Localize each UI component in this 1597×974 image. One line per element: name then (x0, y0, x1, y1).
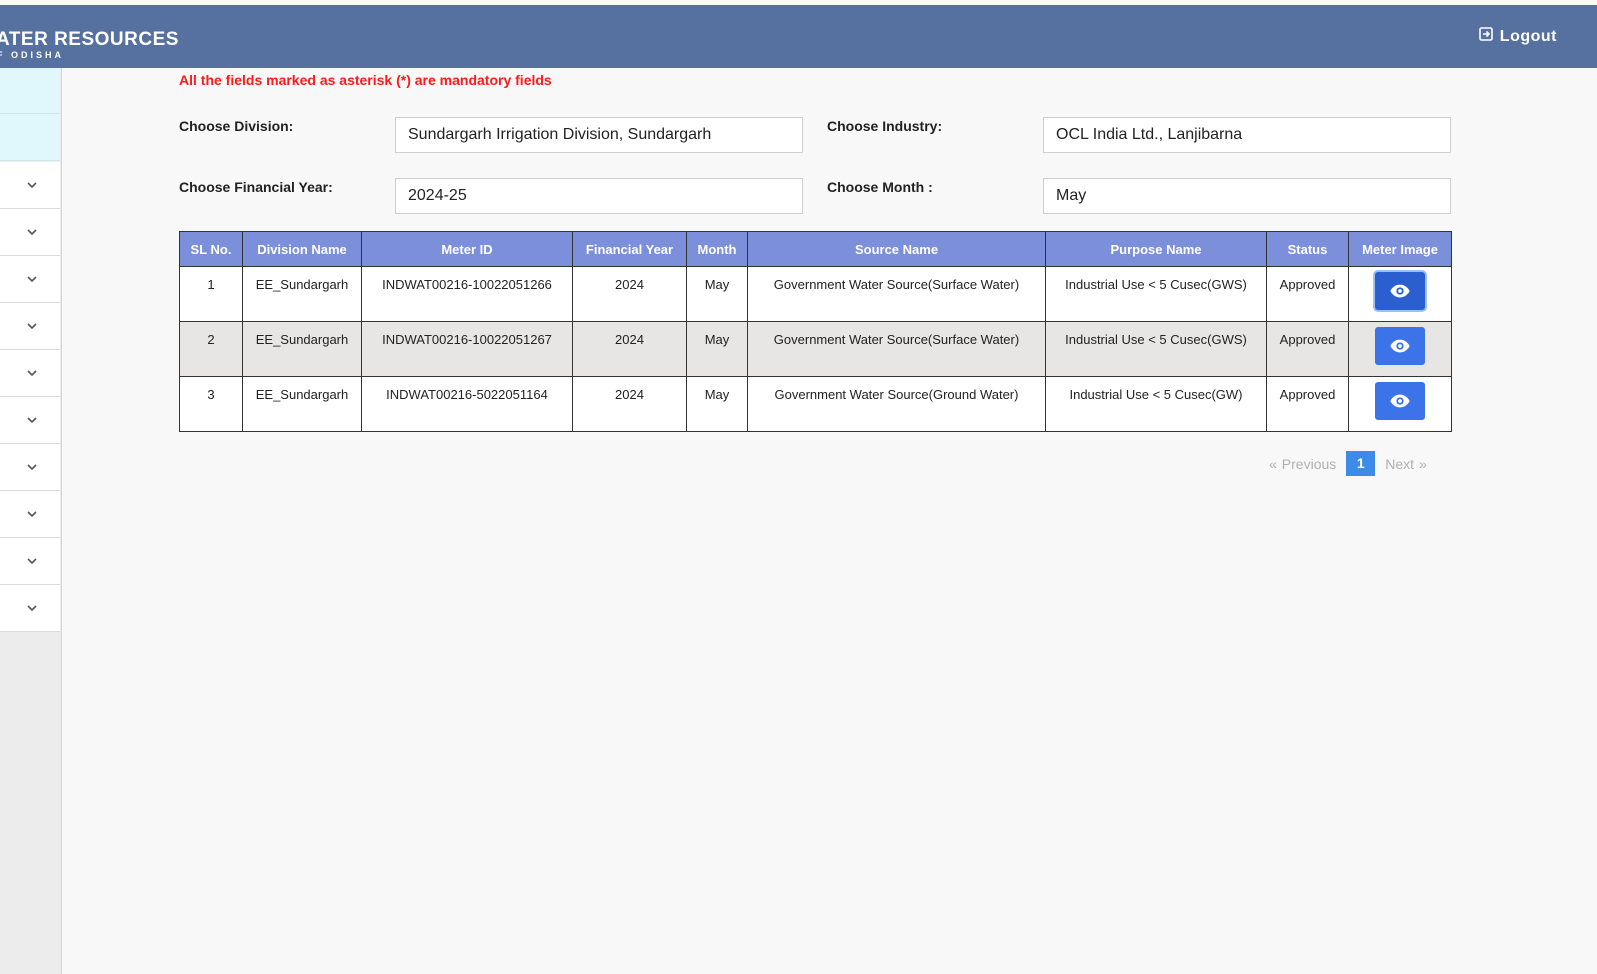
cell-division-name: EE_Sundargarh (242, 376, 362, 432)
logout-button[interactable]: Logout (1478, 26, 1557, 47)
cell-status: Approved (1266, 376, 1349, 432)
cell-purpose-name: Industrial Use < 5 Cusec(GWS) (1045, 266, 1267, 322)
chevron-down-icon (27, 558, 37, 565)
cell-month: May (686, 266, 748, 322)
col-header-division-name[interactable]: Division Name (242, 231, 362, 267)
sidebar-menu-item[interactable] (0, 162, 60, 209)
eye-icon (1390, 284, 1410, 298)
cell-meter-image (1348, 321, 1452, 377)
meter-table: SL No. Division Name Meter ID Financial … (179, 231, 1452, 432)
chevron-down-icon (27, 605, 37, 612)
cell-month: May (686, 321, 748, 377)
cell-financial-year: 2024 (572, 266, 687, 322)
pagination-previous[interactable]: Previous (1282, 456, 1336, 472)
brand-subtitle: F ODISHA (0, 50, 65, 60)
top-header: ATER RESOURCES F ODISHA Logout (0, 5, 1597, 68)
pagination-next-arrow[interactable]: » (1419, 456, 1427, 472)
sidebar-item-highlight-1[interactable] (0, 68, 60, 114)
table-row: 2 EE_Sundargarh INDWAT00216-10022051267 … (179, 321, 1452, 377)
sidebar-menu-item[interactable] (0, 585, 60, 632)
col-header-financial-year[interactable]: Financial Year (572, 231, 687, 267)
cell-sl-no: 1 (179, 266, 243, 322)
sidebar-menu-item[interactable] (0, 444, 60, 491)
col-header-status[interactable]: Status (1266, 231, 1349, 267)
cell-month: May (686, 376, 748, 432)
chevron-down-icon (27, 370, 37, 377)
cell-financial-year: 2024 (572, 321, 687, 377)
cell-division-name: EE_Sundargarh (242, 321, 362, 377)
chevron-down-icon (27, 417, 37, 424)
cell-source-name: Government Water Source(Surface Water) (747, 321, 1046, 377)
sidebar-menu-item[interactable] (0, 350, 60, 397)
cell-status: Approved (1266, 266, 1349, 322)
col-header-purpose-name[interactable]: Purpose Name (1045, 231, 1267, 267)
col-header-meter-image[interactable]: Meter Image (1348, 231, 1452, 267)
chevron-down-icon (27, 182, 37, 189)
division-label: Choose Division: (179, 118, 294, 134)
sidebar-item-highlight-2[interactable] (0, 114, 60, 161)
sidebar-menu-item[interactable] (0, 303, 60, 350)
cell-purpose-name: Industrial Use < 5 Cusec(GWS) (1045, 321, 1267, 377)
table-row: 1 EE_Sundargarh INDWAT00216-10022051266 … (179, 266, 1452, 322)
col-header-meter-id[interactable]: Meter ID (361, 231, 573, 267)
eye-icon (1390, 339, 1410, 353)
table-row: 3 EE_Sundargarh INDWAT00216-5022051164 2… (179, 376, 1452, 432)
cell-meter-image (1348, 376, 1452, 432)
pagination-prev-arrow[interactable]: « (1269, 456, 1277, 472)
month-label: Choose Month : (827, 179, 933, 195)
cell-meter-id: INDWAT00216-10022051267 (361, 321, 573, 377)
col-header-sl-no[interactable]: SL No. (179, 231, 243, 267)
brand-title: ATER RESOURCES (0, 29, 179, 50)
view-meter-image-button[interactable] (1375, 272, 1425, 310)
sidebar-menu-item[interactable] (0, 397, 60, 444)
col-header-source-name[interactable]: Source Name (747, 231, 1046, 267)
industry-label: Choose Industry: (827, 118, 943, 134)
view-meter-image-button[interactable] (1375, 327, 1425, 365)
logout-label: Logout (1499, 27, 1557, 45)
cell-financial-year: 2024 (572, 376, 687, 432)
sidebar-menu-item[interactable] (0, 256, 60, 303)
pagination: « Previous 1 Next » (1264, 451, 1432, 476)
sidebar-menu-item[interactable] (0, 491, 60, 538)
table-header-row: SL No. Division Name Meter ID Financial … (179, 231, 1452, 267)
mandatory-note: All the fields marked as asterisk (*) ar… (179, 72, 552, 88)
cell-sl-no: 2 (179, 321, 243, 377)
cell-meter-id: INDWAT00216-10022051266 (361, 266, 573, 322)
chevron-down-icon (27, 323, 37, 330)
cell-sl-no: 3 (179, 376, 243, 432)
chevron-down-icon (27, 276, 37, 283)
logout-icon (1478, 26, 1494, 47)
sidebar (0, 68, 62, 974)
industry-select[interactable]: OCL India Ltd., Lanjibarna (1043, 117, 1451, 153)
cell-source-name: Government Water Source(Surface Water) (747, 266, 1046, 322)
cell-meter-image (1348, 266, 1452, 322)
chevron-down-icon (27, 511, 37, 518)
cell-meter-id: INDWAT00216-5022051164 (361, 376, 573, 432)
chevron-down-icon (27, 229, 37, 236)
eye-icon (1390, 394, 1410, 408)
sidebar-menu-item[interactable] (0, 538, 60, 585)
sidebar-menu-item[interactable] (0, 209, 60, 256)
cell-status: Approved (1266, 321, 1349, 377)
financial-year-select[interactable]: 2024-25 (395, 178, 803, 214)
chevron-down-icon (27, 464, 37, 471)
cell-source-name: Government Water Source(Ground Water) (747, 376, 1046, 432)
col-header-month[interactable]: Month (686, 231, 748, 267)
cell-purpose-name: Industrial Use < 5 Cusec(GW) (1045, 376, 1267, 432)
cell-division-name: EE_Sundargarh (242, 266, 362, 322)
month-select[interactable]: May (1043, 178, 1451, 214)
pagination-page-current[interactable]: 1 (1346, 451, 1376, 476)
view-meter-image-button[interactable] (1375, 382, 1425, 420)
division-select[interactable]: Sundargarh Irrigation Division, Sundarga… (395, 117, 803, 153)
financial-year-label: Choose Financial Year: (179, 179, 333, 195)
pagination-next[interactable]: Next (1385, 456, 1414, 472)
